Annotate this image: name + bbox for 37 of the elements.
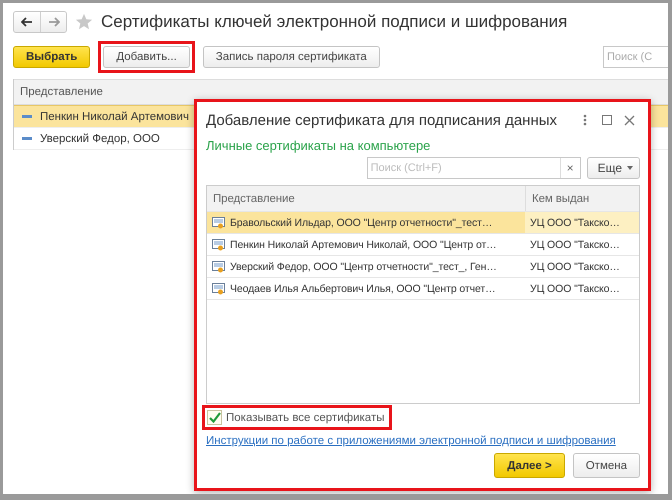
dash-icon <box>22 137 32 140</box>
table-cell: УЦ ООО "Такско… <box>530 260 620 272</box>
star-icon[interactable] <box>75 13 93 31</box>
next-button[interactable]: Далее > <box>494 453 565 478</box>
table-cell: Уверский Федор, ООО <box>40 132 160 144</box>
dialog-title: Добавление сертификата для подписания данных <box>206 112 558 128</box>
caret-icon <box>627 166 633 170</box>
dash-icon <box>22 115 32 118</box>
window-title: Сертификаты ключей электронной подписи и шифрования <box>101 12 568 32</box>
column-header: Представление <box>20 86 103 98</box>
search-field[interactable]: Поиск (Ctrl+F) × <box>366 157 581 179</box>
toolbar-button[interactable]: Добавить... <box>103 46 190 68</box>
table-cell: УЦ ООО "Такско… <box>530 282 620 294</box>
table-cell: УЦ ООО "Такско… <box>530 238 620 250</box>
table-cell: Чеодаев Илья Альбертович Илья, ООО "Центр отчет… <box>230 282 496 294</box>
checkbox[interactable] <box>207 410 222 425</box>
forward-arrow-icon <box>48 17 60 27</box>
certificate-icon <box>212 282 225 294</box>
certificate-row[interactable]: Бравольский Ильдар, ООО "Центр отчетности"_тест… УЦ ООО "Такско… <box>207 212 639 234</box>
instructions-link[interactable]: Инструкции по работе с приложениями электронной подписи и шифрования <box>206 435 616 447</box>
more-button[interactable]: Еще <box>586 157 640 179</box>
cancel-button[interactable]: Отмена <box>572 453 640 478</box>
section-subtitle: Личные сертификаты на компьютере <box>206 138 432 153</box>
column-header: Представление <box>212 192 296 206</box>
table-cell: Пенкин Николай Артемович <box>40 110 189 122</box>
checkbox-label: Показывать все сертификаты <box>226 412 384 424</box>
back-arrow-icon <box>21 17 33 27</box>
table-cell: Уверский Федор, ООО "Центр отчетности"_тест_, Ген… <box>230 260 497 272</box>
toolbar-button[interactable]: Запись пароля сертификата <box>202 46 380 68</box>
certificate-icon <box>212 260 225 272</box>
table-cell: Бравольский Ильдар, ООО "Центр отчетности"_тест… <box>230 216 492 228</box>
certificate-icon <box>212 216 225 228</box>
select-button[interactable]: Выбрать <box>13 46 90 68</box>
table-cell: УЦ ООО "Такско… <box>530 216 620 228</box>
table-cell: Пенкин Николай Артемович Николай, ООО "Центр от… <box>230 238 497 250</box>
certificate-icon <box>212 238 225 250</box>
column-header: Кем выдан <box>525 186 639 211</box>
